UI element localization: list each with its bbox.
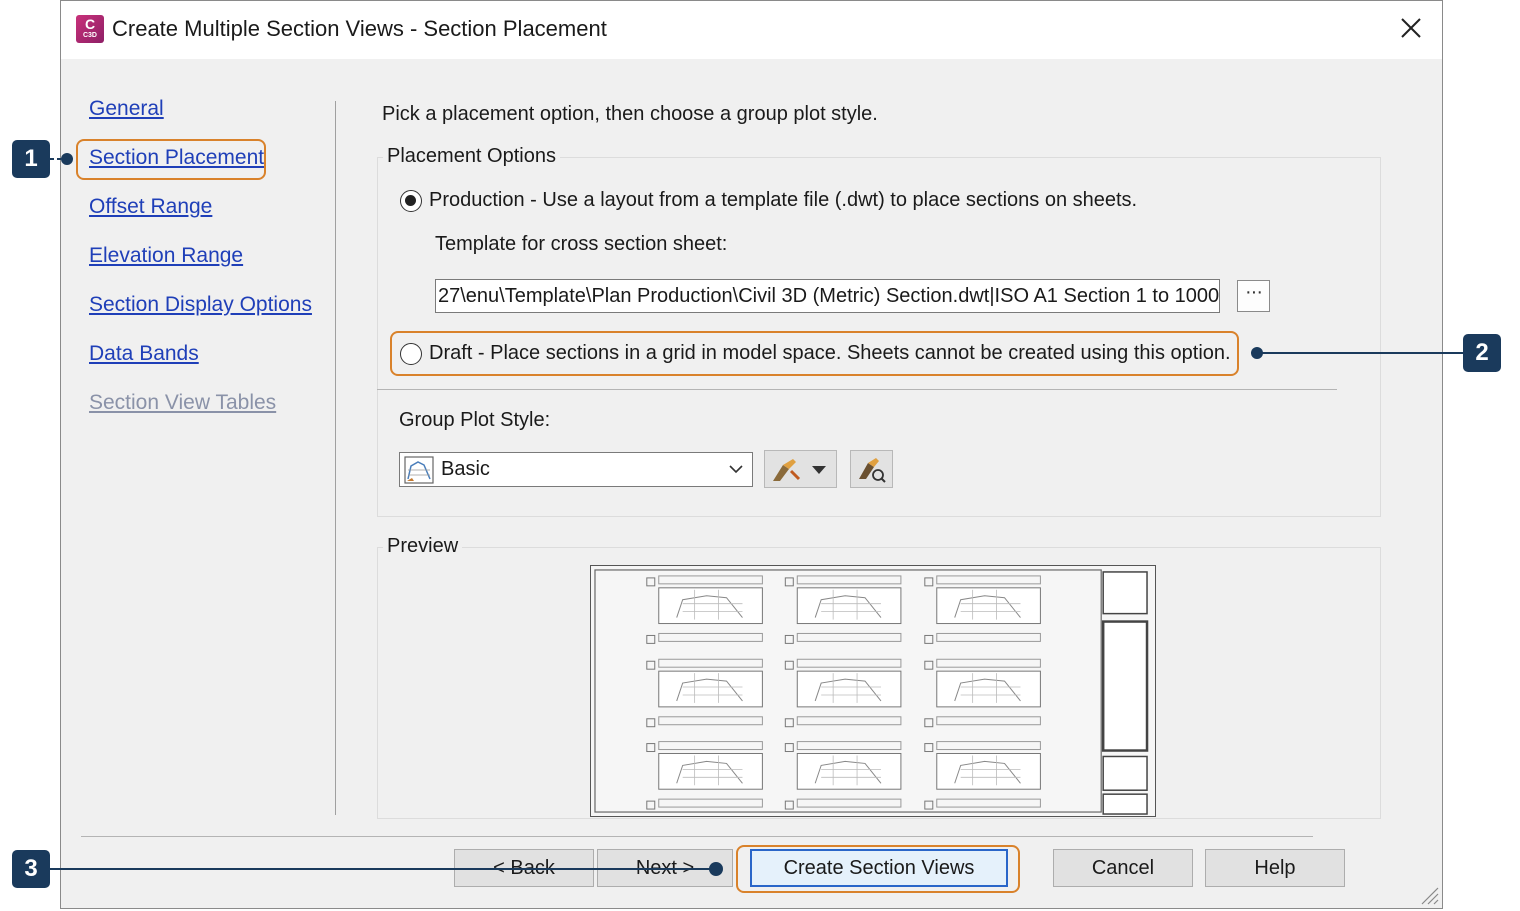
callout-2: 2 — [1463, 334, 1501, 372]
callout-1: 1 — [12, 140, 50, 178]
callout-3: 3 — [12, 850, 50, 888]
callout-leader-lines — [50, 153, 1463, 876]
